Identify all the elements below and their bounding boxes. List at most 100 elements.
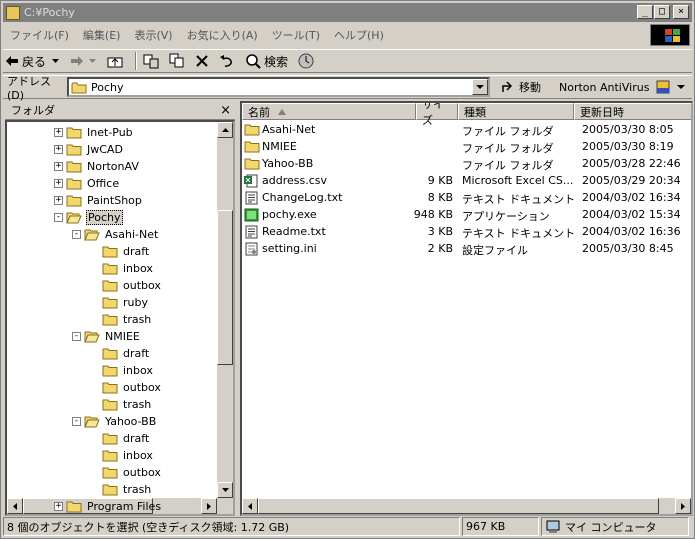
collapse-icon[interactable]: - <box>72 230 81 239</box>
menu-help[interactable]: ヘルプ(H) <box>327 27 391 43</box>
file-row[interactable]: ChangeLog.txt 8 KB テキスト ドキュメント 2004/03/02 1… <box>242 189 691 206</box>
address-input[interactable]: Pochy <box>67 77 490 97</box>
file-list-view[interactable]: 名前 サイズ 種類 更新日時 Asahi-Net ファイル フォルダ 2005/03… <box>240 101 693 516</box>
expand-icon[interactable]: + <box>54 145 63 154</box>
scroll-thumb[interactable] <box>217 210 233 365</box>
norton-antivirus-button[interactable]: Norton AntiVirus <box>559 79 686 95</box>
tree-item[interactable]: inbox <box>102 362 154 379</box>
file-type: ファイル フォルダ <box>462 142 554 155</box>
forward-button[interactable] <box>68 51 99 71</box>
expand-icon[interactable]: + <box>54 128 63 137</box>
tree-item[interactable]: ruby <box>102 294 149 311</box>
tree-item[interactable]: outbox <box>102 379 162 396</box>
back-button[interactable]: 戻る <box>3 51 62 71</box>
column-header-modified[interactable]: 更新日時 <box>574 103 691 120</box>
menu-favorites[interactable]: お気に入り(A) <box>180 27 265 43</box>
file-type: Microsoft Excel CS... <box>462 174 574 187</box>
file-type: 設定ファイル <box>462 244 528 257</box>
tree-item[interactable]: - Asahi-Net <box>72 226 159 243</box>
tree-item[interactable]: + JwCAD <box>54 141 124 158</box>
list-horizontal-scrollbar[interactable] <box>242 498 691 514</box>
scroll-right-button[interactable] <box>675 498 691 514</box>
folder-file-icon <box>244 157 260 171</box>
minimize-button[interactable]: _ <box>637 5 653 19</box>
expand-icon[interactable]: + <box>54 179 63 188</box>
file-row[interactable]: pochy.exe 948 KB アプリケーション 2004/03/02 15:34 <box>242 206 691 223</box>
undo-button[interactable] <box>217 51 237 71</box>
chevron-down-icon <box>677 84 686 89</box>
scroll-left-button[interactable] <box>7 498 23 514</box>
tree-item-label: trash <box>123 483 152 496</box>
folder-icon <box>102 279 118 292</box>
scroll-thumb[interactable] <box>258 498 659 514</box>
tree-vertical-scrollbar[interactable] <box>217 122 233 498</box>
title-bar[interactable]: C:¥Pochy _ □ × <box>3 3 692 22</box>
address-dropdown-button[interactable] <box>472 79 488 95</box>
menu-edit[interactable]: 編集(E) <box>76 27 128 43</box>
tree-item[interactable]: trash <box>102 481 152 498</box>
tree-item[interactable]: outbox <box>102 464 162 481</box>
file-row[interactable]: Asahi-Net ファイル フォルダ 2005/03/30 8:05 <box>242 121 691 138</box>
tree-item[interactable]: + NortonAV <box>54 158 140 175</box>
expand-icon[interactable]: + <box>54 196 63 205</box>
file-row[interactable]: NMIEE ファイル フォルダ 2005/03/30 8:19 <box>242 138 691 155</box>
collapse-icon[interactable]: - <box>72 417 81 426</box>
search-label: 検索 <box>264 54 289 69</box>
scroll-right-button[interactable] <box>201 498 217 514</box>
expand-icon[interactable]: + <box>54 502 63 511</box>
file-size: 2 KB <box>427 242 453 255</box>
collapse-icon[interactable]: - <box>54 213 63 222</box>
folders-pane-title: フォルダ <box>11 104 55 117</box>
tree-item[interactable]: - Yahoo-BB <box>72 413 157 430</box>
folder-tree[interactable]: + Inet-Pub + JwCAD + NortonAV + Office + PaintSho… <box>5 120 235 516</box>
copy-to-button[interactable] <box>167 51 187 71</box>
tree-item[interactable]: inbox <box>102 447 154 464</box>
tree-item[interactable]: + Program Files <box>54 498 162 514</box>
tree-item[interactable]: trash <box>102 396 152 413</box>
tree-item-label: inbox <box>123 449 153 462</box>
scroll-left-button[interactable] <box>242 498 258 514</box>
file-type: アプリケーション <box>462 210 550 223</box>
column-header-type[interactable]: 種類 <box>458 103 574 120</box>
scroll-down-button[interactable] <box>217 482 233 498</box>
tree-item[interactable]: inbox <box>102 260 154 277</box>
tree-item[interactable]: - Pochy <box>54 209 123 226</box>
file-row[interactable]: Yahoo-BB ファイル フォルダ 2005/03/28 22:46 <box>242 155 691 172</box>
tree-item-label: Program Files <box>87 500 162 513</box>
delete-button[interactable] <box>193 51 211 71</box>
file-row[interactable]: setting.ini 2 KB 設定ファイル 2005/03/30 8:45 <box>242 240 691 257</box>
file-row[interactable]: address.csv 9 KB Microsoft Excel CS... 2005… <box>242 172 691 189</box>
maximize-button[interactable]: □ <box>654 5 670 19</box>
go-button[interactable]: 移動 <box>500 79 541 95</box>
forward-arrow-icon <box>71 56 84 66</box>
move-to-button[interactable] <box>141 51 161 71</box>
tree-item[interactable]: outbox <box>102 277 162 294</box>
tree-item[interactable]: - NMIEE <box>72 328 141 345</box>
menu-view[interactable]: 表示(V) <box>127 27 179 43</box>
toolbar-separator <box>135 52 138 70</box>
scroll-up-button[interactable] <box>217 122 233 138</box>
expand-icon[interactable]: + <box>54 162 63 171</box>
menu-tools[interactable]: ツール(T) <box>265 27 327 43</box>
tree-item-label: NMIEE <box>105 330 140 343</box>
tree-item[interactable]: + Inet-Pub <box>54 124 134 141</box>
menu-file[interactable]: ファイル(F) <box>3 27 76 43</box>
file-row[interactable]: Readme.txt 3 KB テキスト ドキュメント 2004/03/02 16:3… <box>242 223 691 240</box>
history-button[interactable] <box>296 51 316 71</box>
close-pane-icon[interactable]: × <box>220 103 231 118</box>
column-header-size[interactable]: サイズ <box>416 103 458 127</box>
collapse-icon[interactable]: - <box>72 332 81 341</box>
tree-item[interactable]: trash <box>102 311 152 328</box>
tree-item[interactable]: + Office <box>54 175 120 192</box>
up-folder-button[interactable] <box>105 51 125 71</box>
tree-item[interactable]: draft <box>102 430 150 447</box>
tree-item[interactable]: + PaintShop <box>54 192 143 209</box>
close-button[interactable]: × <box>673 5 689 19</box>
search-button[interactable]: 検索 <box>243 51 290 71</box>
column-header-name[interactable]: 名前 <box>242 103 416 120</box>
column-name-label: 名前 <box>248 105 270 119</box>
back-arrow-icon <box>6 56 18 66</box>
tree-item[interactable]: draft <box>102 345 150 362</box>
tree-item-label: outbox <box>123 466 161 479</box>
tree-item[interactable]: draft <box>102 243 150 260</box>
